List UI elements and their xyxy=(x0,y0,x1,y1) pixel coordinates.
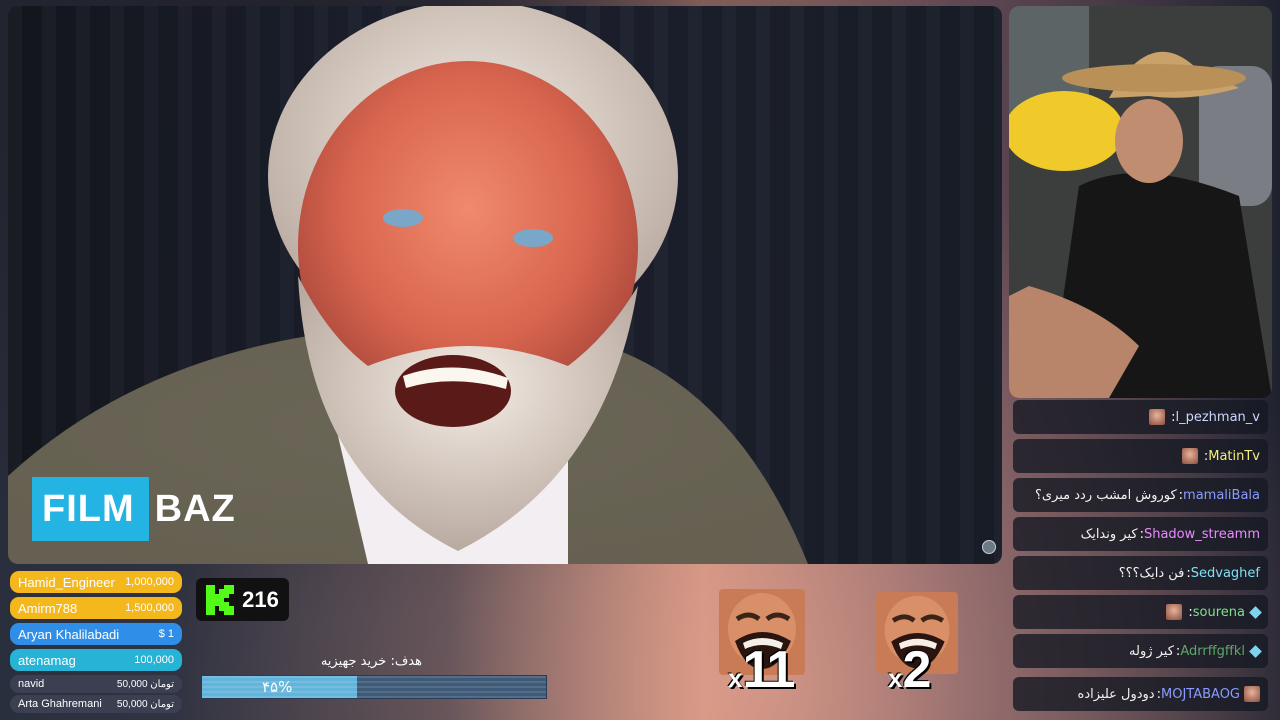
goal-label: هدف: خرید جهیزیه xyxy=(320,654,422,669)
chat-message: فن دایک؟؟؟ : Sedvaghef xyxy=(1013,556,1268,590)
kick-logo-icon xyxy=(206,584,235,615)
chat-text: کوروش امشب ردد میری؟ xyxy=(1035,487,1177,503)
emote-icon xyxy=(1244,686,1260,702)
donor-amount: 1,500,000 xyxy=(125,602,174,614)
viewer-count: 216 xyxy=(242,586,279,612)
chat-message: : MatinTv xyxy=(1013,439,1268,473)
goal-progress-bar: ۴۵% xyxy=(201,675,547,699)
chat-username[interactable]: Adrrffgffkl xyxy=(1180,644,1245,659)
chat-username[interactable]: MatinTv xyxy=(1208,449,1260,464)
chat-username[interactable]: Sedvaghef xyxy=(1191,566,1260,581)
chat-text: فن دایک؟؟؟ xyxy=(1118,565,1185,581)
chat-text: دودول علیزاده xyxy=(1077,686,1155,702)
donor-amount: 50,000 تومان xyxy=(116,698,174,710)
emote-icon xyxy=(1181,448,1198,464)
chat-message: کوروش امشب ردد میری؟ : mamaliBala xyxy=(1013,478,1268,512)
donor-name: Arta Ghahremani xyxy=(18,698,102,710)
streamer-webcam[interactable] xyxy=(1009,6,1272,398)
combo-count-1: x11 xyxy=(728,641,795,699)
logo-baz: BAZ xyxy=(154,487,236,530)
chat-message: : sourena xyxy=(1013,595,1268,629)
chat-username[interactable]: mamaliBala xyxy=(1183,488,1260,503)
donor-entry: Arta Ghahremani 50,000 تومان xyxy=(10,695,182,713)
donor-name: navid xyxy=(18,678,45,690)
donor-entry: atenamag 100,000 xyxy=(10,649,182,671)
webcam-scene xyxy=(1009,6,1272,398)
donor-amount: 100,000 xyxy=(134,654,174,666)
goal-progress-stripes xyxy=(202,676,546,698)
chat-username[interactable]: l_pezhman_v xyxy=(1176,410,1261,425)
chat-message: دودول علیزاده : MOJTABAOG xyxy=(1013,677,1268,711)
chat-text: کیر وندایک xyxy=(1080,526,1138,542)
donor-name: Amirm788 xyxy=(18,600,78,616)
donor-name: Aryan Khalilabadi xyxy=(18,626,120,642)
donor-amount: 50,000 تومان xyxy=(116,678,174,690)
combo-count-2: x2 xyxy=(888,641,931,699)
logo-film: FILM xyxy=(32,477,149,541)
goal-percent: ۴۵% xyxy=(262,678,293,696)
diamond-badge-icon xyxy=(1249,605,1262,619)
kick-viewer-counter: 216 xyxy=(196,578,289,621)
video-indicator-dot xyxy=(982,540,996,554)
donor-name: Hamid_Engineer xyxy=(18,574,115,590)
chat-username[interactable]: MOJTABAOG xyxy=(1161,687,1240,702)
chat-panel: : l_pezhman_v : MatinTv کوروش امشب ردد م… xyxy=(1009,398,1272,720)
chat-username[interactable]: Shadow_streamm xyxy=(1144,527,1260,542)
emote-icon xyxy=(1149,409,1166,425)
emote-icon xyxy=(1166,604,1183,620)
donor-entry: Hamid_Engineer 1,000,000 xyxy=(10,571,182,593)
donor-entry: Amirm788 1,500,000 xyxy=(10,597,182,619)
donor-amount: $ 1 xyxy=(158,628,174,640)
donor-entry: navid 50,000 تومان xyxy=(10,675,182,693)
chat-message: : l_pezhman_v xyxy=(1013,400,1268,434)
donor-entry: Aryan Khalilabadi $ 1 xyxy=(10,623,182,645)
diamond-badge-icon xyxy=(1249,644,1262,658)
chat-username[interactable]: sourena xyxy=(1193,605,1245,620)
donor-amount: 1,000,000 xyxy=(125,576,174,588)
filmbaz-logo: FILM BAZ xyxy=(32,477,236,541)
chat-message: کیر ژوله : Adrrffgffkl xyxy=(1013,634,1268,668)
chat-text: کیر ژوله xyxy=(1129,643,1174,659)
donor-name: atenamag xyxy=(18,652,76,668)
chat-message: کیر وندایک : Shadow_streamm xyxy=(1013,517,1268,551)
